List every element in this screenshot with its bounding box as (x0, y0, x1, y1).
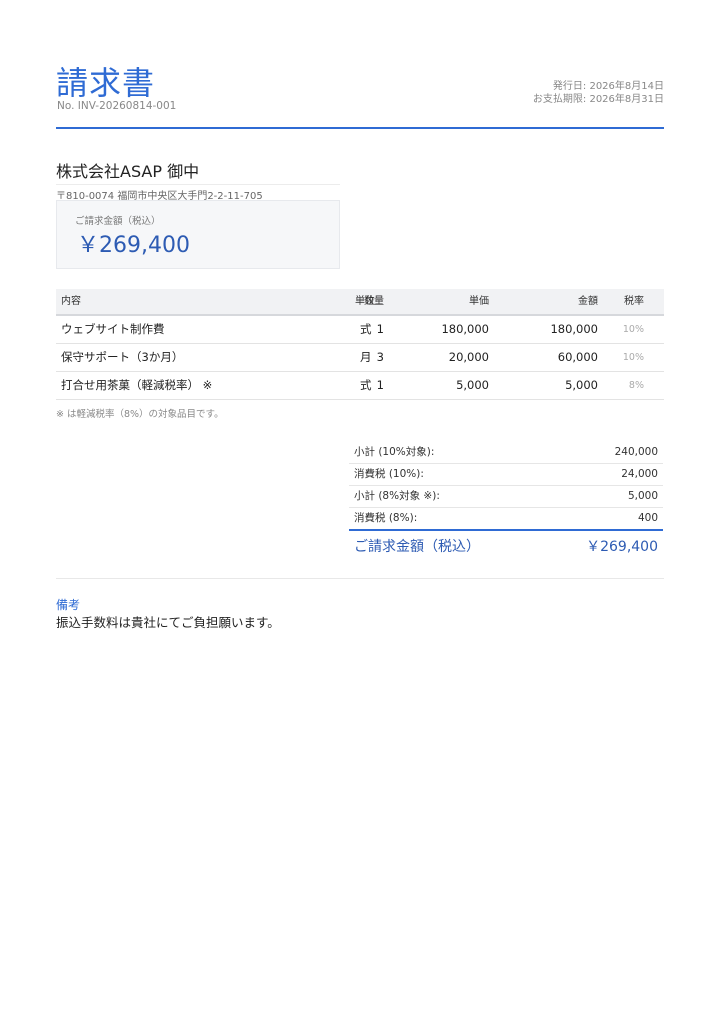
header-tax: 税率 (624, 296, 644, 307)
summary-value: 24,000 (621, 468, 658, 480)
item-amount: 180,000 (550, 322, 598, 336)
summary-label: 消費税 (8%): (354, 512, 418, 524)
table-header-row: 内容 数量 単位 単価 金額 税率 (56, 289, 664, 316)
item-qty: 3 (376, 350, 384, 364)
table-row: 打合せ用茶菓（軽減税率） ※ 1 式 5,000 5,000 8% (56, 372, 664, 400)
header-unit: 単位 (355, 296, 375, 307)
summary-label: 小計 (10%対象): (354, 446, 435, 458)
total-amount-value: ￥269,400 (77, 233, 190, 258)
item-qty: 1 (376, 378, 384, 392)
reduced-tax-note: ※ は軽減税率（8%）の対象品目です。 (56, 409, 224, 420)
client-divider (56, 184, 340, 185)
summary-value: 5,000 (627, 490, 658, 502)
total-amount-label: ご請求金額（税込） (75, 216, 161, 227)
issue-date: 発行日: 2026年8月14日 (552, 81, 664, 92)
summary-row: 消費税 (8%): 400 (349, 508, 663, 531)
summary-value: 400 (637, 512, 658, 524)
summary-row: 小計 (10%対象): 240,000 (349, 442, 663, 464)
remarks-divider (56, 578, 664, 579)
remarks-title: 備考 (56, 598, 81, 612)
items-table: 内容 数量 単位 単価 金額 税率 ウェブサイト制作費 1 式 180,000 … (56, 289, 664, 400)
summary-label: 消費税 (10%): (354, 468, 424, 480)
invoice-dates: 発行日: 2026年8月14日 お支払期限: 2026年8月31日 (533, 80, 664, 106)
item-price: 180,000 (441, 322, 489, 336)
remarks-text: 振込手数料は貴社にてご負担願います。 (56, 615, 280, 630)
summary-label: 小計 (8%対象 ※): (354, 490, 440, 502)
invoice-page: 請求書 No. INV-20260814-001 発行日: 2026年8月14日… (0, 0, 720, 1018)
summary-value: 240,000 (614, 446, 658, 458)
item-price: 20,000 (448, 350, 489, 364)
table-row: ウェブサイト制作費 1 式 180,000 180,000 10% (56, 316, 664, 344)
item-qty: 1 (376, 322, 384, 336)
summary-row: 小計 (8%対象 ※): 5,000 (349, 486, 663, 508)
header-divider (56, 127, 664, 129)
item-price: 5,000 (456, 378, 489, 392)
header-amount: 金額 (578, 296, 598, 307)
grand-total-value: ￥269,400 (586, 539, 658, 555)
client-name: 株式会社ASAP 御中 (56, 162, 200, 181)
summary-row: 消費税 (10%): 24,000 (349, 464, 663, 486)
item-unit: 式 (360, 322, 372, 336)
summary-table: 小計 (10%対象): 240,000 消費税 (10%): 24,000 小計… (349, 442, 663, 563)
item-tax: 10% (622, 324, 644, 335)
item-desc: 打合せ用茶菓（軽減税率） ※ (61, 378, 213, 392)
item-amount: 5,000 (565, 378, 598, 392)
header-price: 単価 (469, 296, 489, 307)
due-date: お支払期限: 2026年8月31日 (532, 94, 664, 105)
item-unit: 月 (360, 350, 372, 364)
invoice-number: No. INV-20260814-001 (57, 100, 177, 112)
item-amount: 60,000 (557, 350, 598, 364)
total-amount-box: ご請求金額（税込） ￥269,400 (56, 200, 340, 269)
item-unit: 式 (360, 378, 372, 392)
item-tax: 10% (622, 352, 644, 363)
table-row: 保守サポート（3か月） 3 月 20,000 60,000 10% (56, 344, 664, 372)
document-title: 請求書 (56, 64, 156, 102)
header-desc: 内容 (61, 296, 81, 307)
grand-total-row: ご請求金額（税込） ￥269,400 (349, 531, 663, 563)
item-tax: 8% (628, 380, 644, 391)
item-desc: ウェブサイト制作費 (61, 322, 165, 336)
item-desc: 保守サポート（3か月） (61, 350, 184, 364)
grand-total-label: ご請求金額（税込） (354, 539, 480, 555)
